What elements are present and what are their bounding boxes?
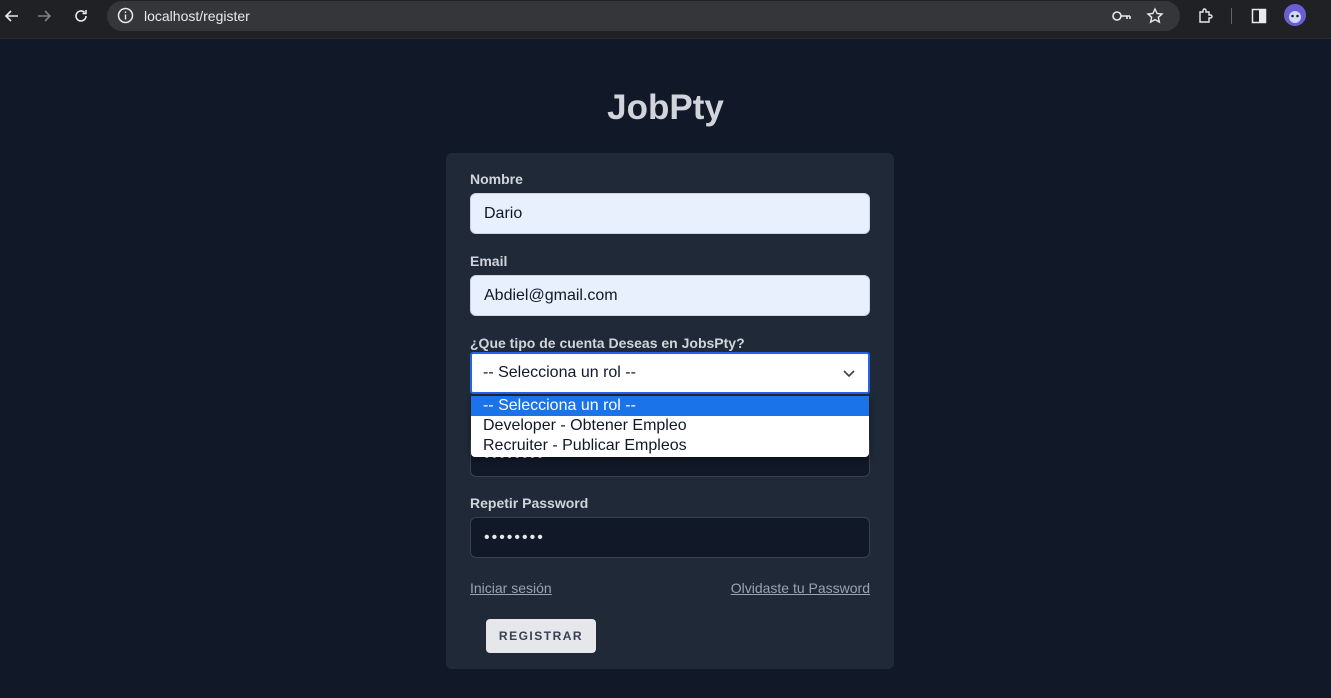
repetir-password-field[interactable]: •••••••• bbox=[470, 517, 870, 558]
email-label: Email bbox=[470, 253, 508, 269]
rol-select[interactable]: -- Selecciona un rol -- bbox=[470, 352, 870, 394]
page-title: JobPty bbox=[607, 88, 724, 127]
rol-option[interactable]: -- Selecciona un rol -- bbox=[471, 396, 869, 416]
reload-icon[interactable] bbox=[69, 4, 93, 28]
extensions-icon[interactable] bbox=[1194, 4, 1218, 28]
back-icon[interactable] bbox=[0, 4, 24, 28]
email-field[interactable]: Abdiel@gmail.com bbox=[470, 275, 870, 316]
star-icon[interactable] bbox=[1145, 6, 1165, 26]
rol-label: ¿Que tipo de cuenta Deseas en JobsPty? bbox=[470, 335, 745, 351]
nombre-field[interactable]: Dario bbox=[470, 193, 870, 234]
chevron-down-icon bbox=[842, 366, 856, 380]
toolbar-divider bbox=[1231, 8, 1232, 24]
register-button[interactable]: REGISTRAR bbox=[486, 619, 596, 653]
key-icon[interactable] bbox=[1112, 6, 1132, 26]
register-form: Nombre Dario Email Abdiel@gmail.com ¿Que… bbox=[446, 153, 894, 669]
forgot-password-link[interactable]: Olvidaste tu Password bbox=[731, 580, 870, 596]
profile-avatar[interactable] bbox=[1284, 4, 1306, 26]
rol-selected-value: -- Selecciona un rol -- bbox=[483, 364, 636, 381]
url-text[interactable]: localhost/register bbox=[144, 8, 250, 24]
address-bar[interactable]: localhost/register bbox=[107, 1, 1180, 31]
repetir-password-label: Repetir Password bbox=[470, 495, 589, 511]
rol-option[interactable]: Recruiter - Publicar Empleos bbox=[471, 436, 869, 456]
side-panel-icon[interactable] bbox=[1247, 4, 1271, 28]
info-icon[interactable] bbox=[117, 7, 134, 24]
login-link[interactable]: Iniciar sesión bbox=[470, 580, 552, 596]
browser-toolbar: localhost/register bbox=[0, 0, 1331, 39]
forward-icon[interactable] bbox=[32, 4, 56, 28]
rol-option[interactable]: Developer - Obtener Empleo bbox=[471, 416, 869, 436]
rol-options-list: -- Selecciona un rol -- Developer - Obte… bbox=[471, 396, 869, 457]
nombre-label: Nombre bbox=[470, 171, 523, 187]
